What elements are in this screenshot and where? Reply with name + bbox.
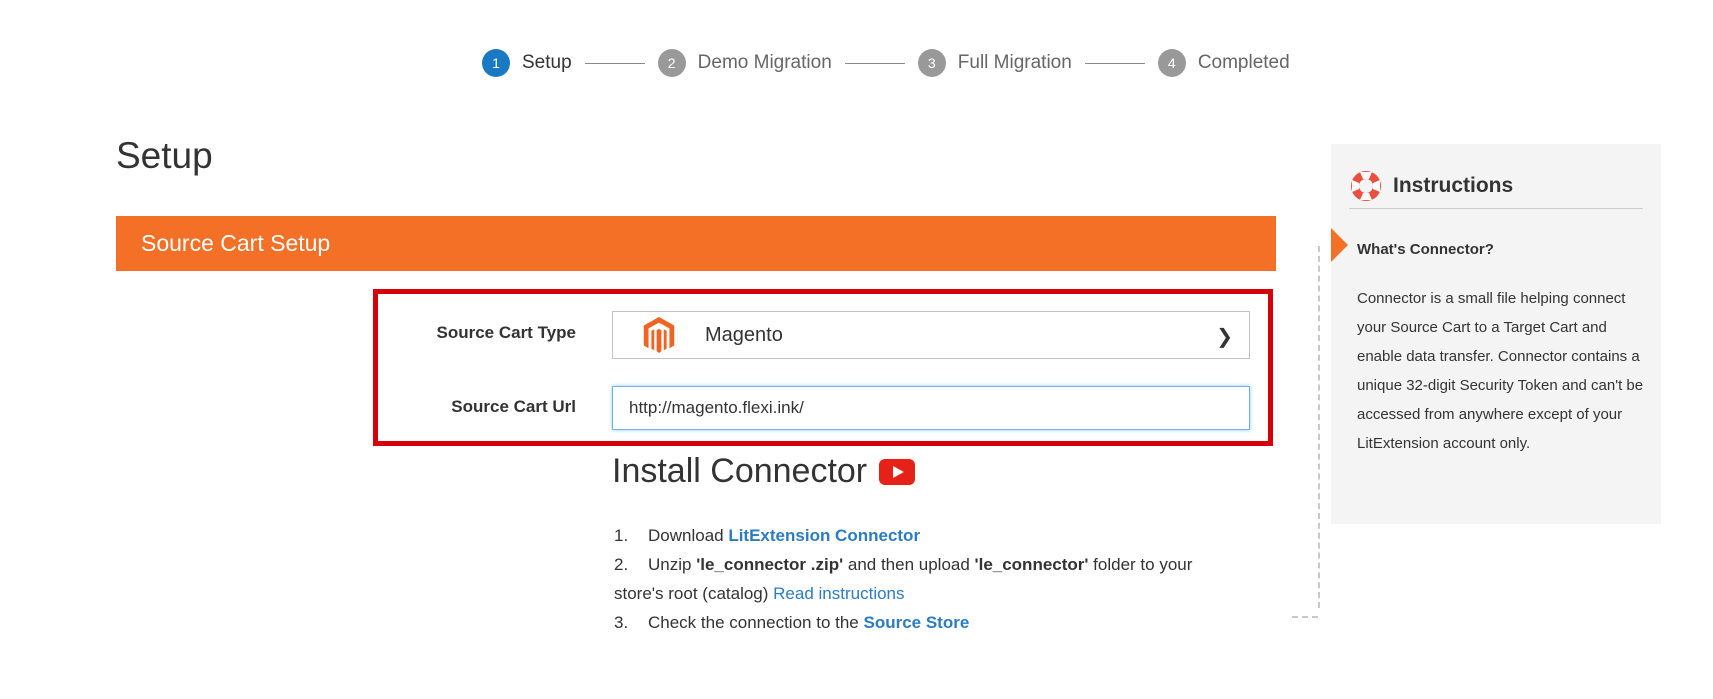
step-text: Unzip: [648, 555, 697, 574]
step-connector-line: [1084, 62, 1145, 64]
install-steps-list: 1. Download LitExtension Connector 2. Unzi…: [614, 521, 1204, 637]
step-number: 1: [482, 49, 510, 77]
folder-name: 'le_connector': [974, 555, 1089, 574]
read-instructions-link[interactable]: Read instructions: [773, 584, 904, 603]
step-label: Completed: [1197, 52, 1290, 73]
step-index: 2.: [614, 555, 629, 574]
source-cart-url-input[interactable]: [612, 386, 1250, 430]
step-number: 3: [917, 49, 946, 77]
step-index: 1.: [614, 526, 629, 545]
chevron-right-icon: ❯: [1216, 326, 1233, 348]
step-index: 3.: [614, 613, 629, 632]
list-item: 3. Check the connection to the Source Sto…: [614, 608, 1204, 637]
list-item: 1. Download LitExtension Connector: [614, 521, 1204, 550]
source-cart-type-select[interactable]: Magento ❯: [612, 311, 1250, 359]
step-connector-line: [844, 62, 905, 64]
dashed-connector-line: [1292, 616, 1318, 619]
step-label: Demo Migration: [697, 52, 832, 73]
litextension-connector-link[interactable]: LitExtension Connector: [728, 526, 920, 545]
source-cart-setup-header: Source Cart Setup: [116, 216, 1276, 271]
install-connector-title: Install Connector: [612, 452, 868, 490]
step-connector-line: [584, 62, 645, 64]
install-connector-heading: Install Connector: [612, 452, 916, 491]
dashed-connector-line: [1318, 246, 1321, 608]
lifebuoy-icon: [1351, 171, 1381, 201]
instructions-header: Instructions: [1349, 164, 1643, 209]
pointer-arrow-icon: [1331, 228, 1348, 262]
source-cart-type-label: Source Cart Type: [436, 323, 576, 342]
progress-stepper: 1 Setup 2 Demo Migration 3 Full Migratio…: [482, 49, 1290, 77]
section-title: Source Cart Setup: [141, 230, 331, 256]
step-label: Full Migration: [957, 52, 1072, 73]
list-item: 2. Unzip 'le_connector .zip' and then upl…: [614, 550, 1204, 608]
instructions-title: Instructions: [1393, 174, 1514, 197]
migration-setup-page: 1 Setup 2 Demo Migration 3 Full Migratio…: [0, 0, 1713, 699]
step-setup: 1 Setup: [482, 49, 572, 77]
instructions-panel: Instructions What's Connector? Connector…: [1331, 144, 1661, 524]
youtube-icon[interactable]: [879, 458, 916, 485]
step-text: Check the connection to the: [648, 613, 864, 632]
selected-cart-type: Magento: [705, 323, 783, 346]
zip-filename: 'le_connector .zip': [696, 555, 844, 574]
step-text: Download: [648, 526, 729, 545]
instructions-body: Connector is a small file helping connec…: [1357, 290, 1644, 452]
magento-logo-icon: [643, 316, 675, 354]
step-demo-migration: 2 Demo Migration: [657, 49, 832, 77]
source-cart-url-label: Source Cart Url: [451, 397, 576, 416]
source-store-link[interactable]: Source Store: [863, 613, 969, 632]
step-text: and then upload: [843, 555, 975, 574]
step-number: 4: [1157, 49, 1186, 77]
step-full-migration: 3 Full Migration: [917, 49, 1072, 77]
step-completed: 4 Completed: [1157, 49, 1290, 77]
step-label: Setup: [522, 52, 572, 73]
step-number: 2: [657, 49, 686, 77]
page-title: Setup: [116, 135, 213, 176]
instructions-subtitle: What's Connector?: [1357, 241, 1494, 258]
